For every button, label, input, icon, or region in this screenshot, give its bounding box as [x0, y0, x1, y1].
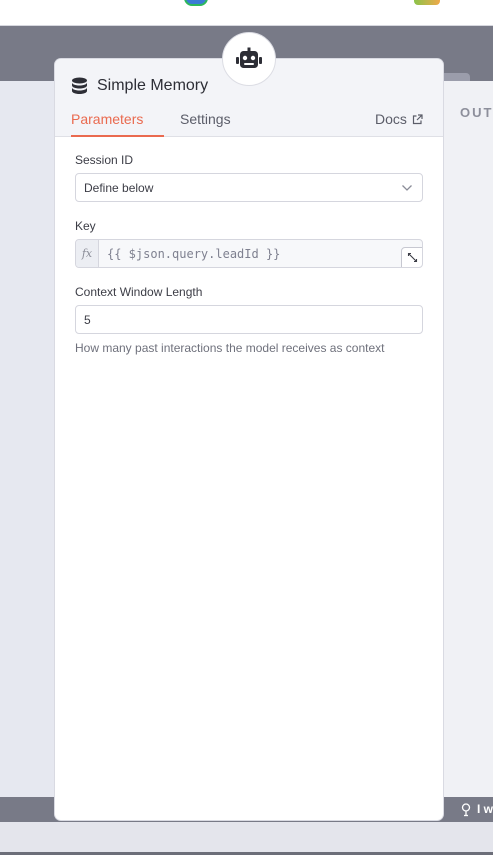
fx-icon: fx [76, 240, 99, 267]
node-settings-panel: Simple Memory Parameters Settings Docs S… [55, 59, 443, 820]
robot-icon [236, 47, 262, 68]
session-id-label: Session ID [75, 153, 134, 167]
session-id-value: Define below [84, 181, 154, 195]
output-pane-tab [443, 73, 470, 81]
external-link-icon [412, 113, 423, 124]
input-pane [0, 81, 55, 797]
expand-icon [407, 252, 417, 263]
context-window-hint: How many past interactions the model rec… [75, 341, 385, 355]
tab-parameters[interactable]: Parameters [71, 111, 164, 137]
key-label: Key [75, 219, 96, 233]
output-pane-title: OUT [460, 105, 493, 120]
output-pane [443, 73, 493, 797]
panel-title-row: Simple Memory [71, 77, 208, 95]
context-window-input[interactable]: 5 [75, 305, 423, 334]
tip-text: I w [477, 802, 493, 816]
session-id-select[interactable]: Define below [75, 173, 423, 202]
panel-title: Simple Memory [97, 77, 209, 94]
node-type-badge [222, 32, 276, 86]
context-window-label: Context Window Length [75, 285, 203, 299]
database-icon [72, 77, 87, 94]
key-expression-input[interactable]: fx {{ $json.query.leadId }} [75, 239, 423, 268]
tip-banner[interactable]: I w [461, 802, 493, 817]
bottom-strip [0, 822, 493, 855]
top-bar [0, 0, 493, 26]
context-window-value: 5 [84, 313, 91, 327]
node-chip-icon [414, 0, 440, 5]
docs-label: Docs [375, 111, 407, 127]
tab-settings[interactable]: Settings [180, 111, 231, 137]
key-expression-value: {{ $json.query.leadId }} [107, 247, 281, 261]
node-chip-icon [184, 0, 208, 6]
docs-link[interactable]: Docs [375, 111, 423, 127]
open-expression-editor-button[interactable] [401, 247, 422, 267]
lightbulb-icon [461, 803, 471, 816]
chevron-down-icon [402, 185, 412, 191]
